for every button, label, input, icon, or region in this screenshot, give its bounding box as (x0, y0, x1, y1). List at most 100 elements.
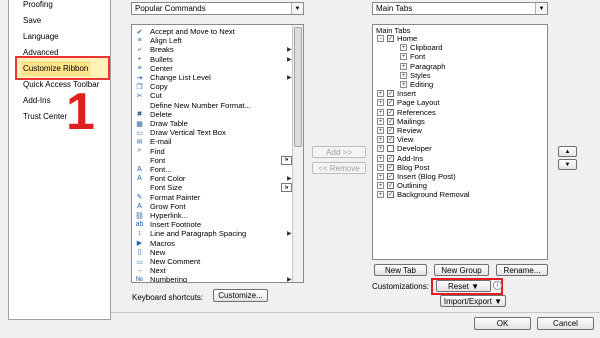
sidebar-item-customize-ribbon[interactable]: Customize Ribbon (15, 56, 110, 80)
expand-icon[interactable]: + (400, 62, 407, 70)
list-item[interactable]: ▯ New (135, 248, 166, 257)
expand-icon[interactable]: + (377, 191, 384, 199)
tab-checkbox[interactable]: ✓ (387, 108, 394, 116)
list-item[interactable]: ↕ Line and Paragraph Spacing ▶ (135, 229, 292, 238)
list-item[interactable]: ✔ Accept and Move to Next (135, 27, 235, 36)
add-button[interactable]: Add >> (312, 146, 366, 158)
tree-item[interactable]: + ✓ Blog Post (377, 163, 430, 172)
tab-checkbox[interactable]: ✓ (387, 163, 394, 171)
list-item[interactable]: A Font... (135, 165, 171, 174)
move-down-button[interactable]: ▼ (558, 159, 577, 170)
expand-icon[interactable]: + (377, 117, 384, 125)
expand-icon[interactable]: + (400, 53, 407, 61)
tab-checkbox[interactable]: ✓ (387, 90, 394, 98)
commands-list[interactable]: ✔ Accept and Move to Next ≡ Align Left ⤶ Brea… (131, 24, 304, 283)
ribbon-tabs-tree[interactable]: Main Tabs − ✓ Home + Clipboard + Font + Paragrap… (372, 24, 548, 260)
sidebar-item-language[interactable]: Language (23, 32, 59, 41)
sidebar-item-save[interactable]: Save (23, 16, 41, 25)
rename-button[interactable]: Rename... (496, 264, 548, 276)
new-tab-button[interactable]: New Tab (374, 264, 427, 276)
expand-icon[interactable]: + (377, 154, 384, 162)
sidebar-item-proofing[interactable]: Proofing (23, 0, 53, 9)
expand-icon[interactable]: + (377, 182, 384, 190)
list-item[interactable]: Define New Number Format... (135, 101, 251, 110)
tree-item[interactable]: + ✓ Review (377, 126, 422, 135)
list-item[interactable]: ≡ Center (135, 64, 172, 73)
sidebar-item-add-ins[interactable]: Add-Ins (23, 96, 51, 105)
cancel-button[interactable]: Cancel (537, 317, 594, 330)
tree-item[interactable]: + ✓ Mailings (377, 117, 425, 126)
tree-item[interactable]: + Editing (400, 80, 433, 89)
ok-button[interactable]: OK (474, 317, 531, 330)
tab-checkbox[interactable]: ✓ (387, 127, 394, 134)
scroll-thumb[interactable] (294, 27, 302, 147)
expand-icon[interactable]: + (377, 145, 384, 153)
tab-checkbox[interactable]: ✓ (387, 117, 394, 125)
list-item[interactable]: № Numbering ▶ (135, 275, 292, 282)
list-item[interactable]: ▭ New Comment (135, 257, 200, 266)
list-item[interactable]: ⌕ Find (135, 147, 165, 156)
list-item[interactable]: ✂ Cut (135, 91, 162, 100)
choose-commands-dropdown[interactable]: Popular Commands ▼ (131, 2, 304, 15)
list-item[interactable]: ✎ Format Painter (135, 193, 201, 202)
customize-ribbon-dropdown[interactable]: Main Tabs ▼ (372, 2, 548, 15)
list-item[interactable]: ✉ E-mail (135, 137, 172, 146)
list-item[interactable]: A Font Color ▶ (135, 174, 291, 183)
tab-checkbox[interactable]: ✓ (387, 35, 394, 42)
tree-item[interactable]: + ✓ Add-Ins (377, 154, 423, 163)
expand-icon[interactable]: + (377, 136, 384, 144)
tab-checkbox[interactable]: ✓ (387, 191, 394, 199)
tab-checkbox[interactable]: ✓ (387, 182, 394, 190)
reset-button[interactable]: Reset ▼ (436, 280, 491, 292)
tab-checkbox[interactable]: ✓ (387, 173, 394, 180)
tree-item[interactable]: + Styles (400, 71, 431, 80)
tree-item[interactable]: + Paragraph (400, 62, 445, 71)
list-item[interactable]: A Grow Font (135, 202, 185, 211)
list-item[interactable]: • Bullets ▶ (135, 55, 291, 64)
expand-icon[interactable]: + (400, 71, 407, 79)
list-item[interactable]: ab Insert Footnote (135, 220, 201, 229)
list-item[interactable]: ⛓ Hyperlink... (135, 211, 188, 220)
expand-icon[interactable]: + (377, 163, 384, 171)
list-item[interactable]: ⤶ Breaks ▶ (135, 45, 292, 54)
customize-shortcuts-button[interactable]: Customize... (213, 289, 268, 302)
move-up-button[interactable]: ▲ (558, 146, 577, 157)
new-group-button[interactable]: New Group (434, 264, 489, 276)
collapse-icon[interactable]: − (377, 35, 384, 42)
tree-item[interactable]: − ✓ Home (377, 34, 417, 43)
expand-icon[interactable]: + (377, 108, 384, 116)
list-item[interactable]: Font I▾ (135, 155, 292, 165)
list-item[interactable]: ✖ Delete (135, 110, 172, 119)
list-item[interactable]: ▦ Draw Table (135, 119, 188, 128)
tree-item[interactable]: + Font (400, 52, 425, 61)
tree-item[interactable]: + ✓ Insert (Blog Post) (377, 172, 456, 181)
tree-item[interactable]: + Clipboard (400, 43, 443, 52)
expand-icon[interactable]: + (377, 99, 384, 107)
tree-item[interactable]: + ✓ References (377, 108, 436, 117)
expand-icon[interactable]: + (400, 44, 407, 52)
tree-item[interactable]: + Developer (377, 144, 432, 153)
list-item[interactable]: ▶ Macros (135, 239, 175, 248)
expand-icon[interactable]: + (377, 127, 384, 134)
list-item[interactable]: ▭ Draw Vertical Text Box (135, 128, 226, 137)
list-item[interactable]: ❐ Copy (135, 82, 167, 91)
import-export-button[interactable]: Import/Export ▼ (440, 295, 506, 307)
tab-checkbox[interactable]: ✓ (387, 136, 394, 144)
tab-checkbox[interactable] (387, 145, 394, 153)
tree-item[interactable]: + ✓ Background Removal (377, 190, 470, 199)
commands-scrollbar[interactable] (292, 25, 303, 282)
list-item[interactable]: Font Size I▾ (135, 183, 292, 193)
tree-item[interactable]: + ✓ View (377, 135, 413, 144)
list-item[interactable]: ≡ Align Left (135, 36, 181, 45)
tree-item[interactable]: + ✓ Outlining (377, 181, 427, 190)
expand-icon[interactable]: + (400, 81, 407, 88)
tab-checkbox[interactable]: ✓ (387, 154, 394, 162)
tree-item[interactable]: + ✓ Page Layout (377, 98, 440, 107)
sidebar-item-trust-center[interactable]: Trust Center (23, 112, 67, 121)
list-item[interactable]: → Next (135, 266, 166, 275)
remove-button[interactable]: << Remove (312, 162, 366, 174)
expand-icon[interactable]: + (377, 173, 384, 180)
list-item[interactable]: ⇥ Change List Level ▶ (135, 73, 292, 82)
tab-checkbox[interactable]: ✓ (387, 99, 394, 107)
tree-item[interactable]: + ✓ Insert (377, 89, 416, 98)
